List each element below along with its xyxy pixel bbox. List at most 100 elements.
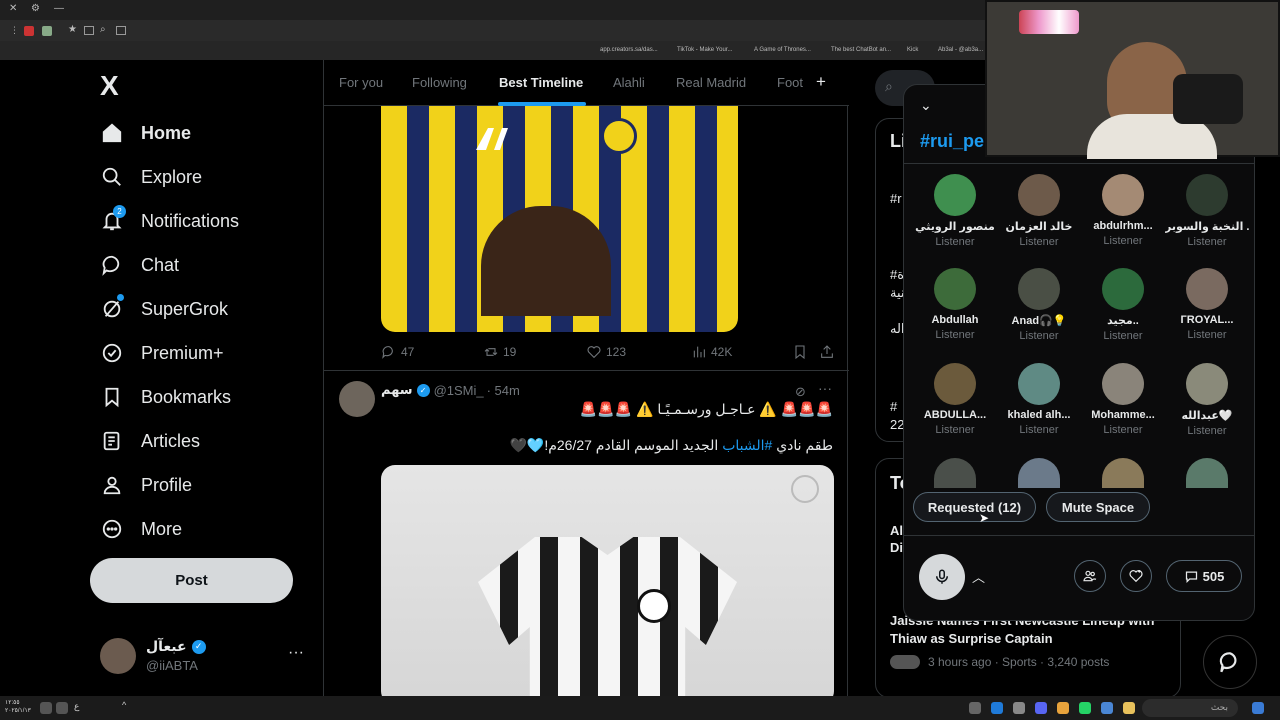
heart-icon [587,346,601,359]
react-button[interactable] [1120,560,1152,592]
extension-icon[interactable] [24,26,34,36]
nav-item-explore[interactable]: Explore [100,157,202,197]
folder-icon[interactable] [1123,702,1135,714]
extension-icon[interactable] [42,26,52,36]
post-author[interactable]: سهم [381,382,413,398]
app-icon[interactable] [1013,702,1025,714]
add-tab-icon[interactable]: + [816,72,826,92]
settings-icon[interactable] [969,702,981,714]
listener-card[interactable]: مجيد.. Listener [1081,268,1165,342]
nav-item-chat[interactable]: Chat [100,245,179,285]
hashtag-link[interactable]: #الشباب [722,437,772,453]
bookmark-post-button[interactable] [792,344,812,360]
tab-following[interactable]: Following [412,75,467,90]
nav-item-more[interactable]: More [100,509,182,549]
search-small-icon[interactable]: ⌕ [100,24,106,35]
grok-post-icon[interactable]: ⊘ [795,384,806,400]
menu-icon[interactable]: ⋮ [10,25,19,36]
microphone-button[interactable] [919,554,965,600]
app-icon[interactable] [1101,702,1113,714]
listener-card[interactable]: khaled alh... Listener [997,363,1081,436]
discord-icon[interactable] [1035,702,1047,714]
requested-button[interactable]: Requested (12) [913,492,1036,522]
avatar[interactable] [1018,458,1060,488]
bookmark-item[interactable]: Kick [907,47,918,53]
close-window-icon[interactable]: ✕ [9,3,17,14]
post-handle[interactable]: @1SMi_ [434,383,484,398]
chrome-icon[interactable] [1057,702,1069,714]
bookmark-item[interactable]: Ab3al - @ab3a... [938,47,983,53]
nav-label-home: Home [141,122,192,143]
nav-item-bookmarks[interactable]: Bookmarks [100,377,231,417]
nav-item-home[interactable]: Home [100,113,191,153]
repost-button[interactable]: 19 [483,344,516,360]
bookmark-item[interactable]: A Game of Thrones... [754,47,811,53]
people-button[interactable] [1074,560,1106,592]
minimize-window-icon[interactable]: — [54,3,64,14]
listener-card[interactable]: abdulrhm... Listener [1081,174,1165,247]
edge-icon[interactable] [991,702,1003,714]
nav-item-profile[interactable]: Profile [100,465,192,505]
listener-role: Listener [1187,329,1227,341]
chevron-up-icon[interactable]: ^ [122,700,126,710]
x-logo[interactable]: X [100,70,119,102]
tab-for-you[interactable]: For you [339,75,383,90]
listener-card[interactable]: النخبة والسوبر ... Listener [1165,174,1249,248]
language-indicator[interactable]: ع [74,701,79,712]
listener-card[interactable]: Mohamme... Listener [1081,363,1165,436]
chevron-up-icon[interactable]: ︿ [972,567,985,586]
views-button[interactable]: 42K [691,344,732,360]
post-button[interactable]: Post [90,558,293,603]
listener-card[interactable]: ABDULLA... Listener [913,363,997,436]
tab-real-madrid[interactable]: Real Madrid [676,75,746,90]
bookmark-item[interactable]: The best ChatBot an... [831,47,891,53]
listener-card[interactable]: منصور الرويثي Listener [913,174,997,248]
account-more-icon[interactable]: ··· [288,644,304,662]
taskbar-search[interactable]: بحث [1142,699,1238,717]
avatar[interactable] [1186,458,1228,488]
trend-item[interactable]: #ة [890,267,904,283]
nav-item-articles[interactable]: Articles [100,421,200,461]
post-image-kit[interactable] [381,465,834,696]
news-title[interactable]: Di [890,540,903,555]
account-switcher[interactable]: عبعآل ✓ @iiABTA ··· [100,638,310,678]
collapse-space-icon[interactable]: ⌄ [920,97,932,114]
mute-space-button[interactable]: Mute Space [1046,492,1150,522]
reply-button[interactable]: 47 [381,344,414,360]
bookmark-item[interactable]: app.creators.sa/das... [600,47,658,53]
messages-fab[interactable] [1203,635,1257,689]
bookmark-item[interactable]: TikTok - Make Your... [677,47,732,53]
star-icon[interactable]: ★ [68,24,77,35]
listener-card[interactable]: خالد العزمان Listener [997,174,1081,248]
post-time[interactable]: · 54m [487,383,520,398]
avatar[interactable] [339,381,375,417]
tab-best-timeline[interactable]: Best Timeline [499,75,583,90]
listener-card[interactable]: Anad🎧💡 Listener [997,268,1081,342]
whatsapp-icon[interactable] [1079,702,1091,714]
nav-item-premium[interactable]: Premium+ [100,333,224,373]
network-icon[interactable] [56,702,68,714]
trend-item[interactable]: #r [890,191,902,206]
listener-card[interactable]: Abdullah Listener [913,268,997,341]
timeline: 47 19 123 42K سهم ✓ @1SMi_ · 54m ⊘ ··· 🚨… [323,60,849,696]
share-button[interactable] [819,344,839,360]
tab-alahli[interactable]: Alahli [613,75,645,90]
speaker-icon[interactable] [40,702,52,714]
post-more-icon[interactable]: ··· [818,380,832,396]
like-button[interactable]: 123 [586,344,626,360]
tab-icon[interactable] [84,26,94,35]
club-crest-icon [637,589,671,623]
avatar[interactable] [934,458,976,488]
listener-card[interactable]: عبدالله🤍 Listener [1165,363,1249,437]
comments-button[interactable]: 505 [1166,560,1242,592]
listener-card[interactable]: ГROYAL... Listener [1165,268,1249,341]
post-image-jersey[interactable] [381,106,738,332]
nav-item-notifications[interactable]: 2 Notifications [100,201,239,241]
settings-window-icon[interactable]: ⚙ [31,3,40,14]
avatar[interactable] [1102,458,1144,488]
windows-start-icon[interactable] [1252,702,1264,714]
trend-item[interactable]: # [890,399,897,414]
tab-foot[interactable]: Foot [777,75,803,90]
nav-item-supergrok[interactable]: SuperGrok [100,289,228,329]
window-icon[interactable] [116,26,126,35]
